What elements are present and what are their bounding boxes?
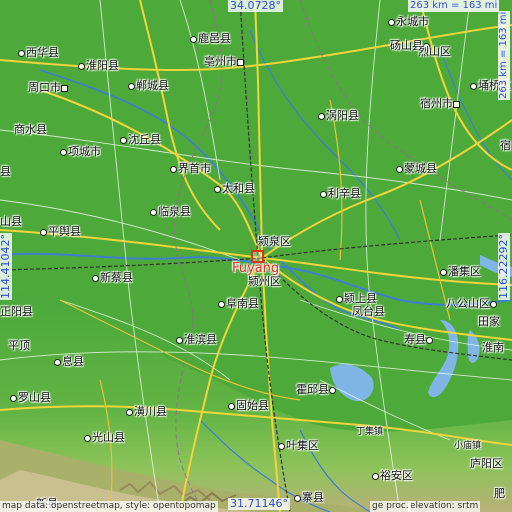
scale-top: 263 km = 163 mi [408, 0, 500, 12]
place-label[interactable]: 亳州市 [204, 56, 245, 68]
featured-city-marker[interactable] [251, 250, 264, 263]
place-label[interactable]: 永城市 [388, 16, 429, 28]
place-label[interactable]: 利辛县 [320, 188, 361, 200]
scale-right: 263 km = 163 mi [498, 10, 510, 100]
place-label[interactable]: 裕安区 [372, 470, 413, 482]
place-label[interactable]: 叶集区 [278, 440, 319, 452]
place-label[interactable]: 宿 [500, 140, 511, 152]
place-label[interactable]: 田家 [478, 316, 500, 328]
right-longitude: 116.22292° [497, 233, 510, 300]
place-label[interactable]: 庐阳区 [470, 458, 503, 470]
topographic-map[interactable]: Fuyang 永城市 鹿邑县 亳州市 砀山县 西华县 淮阳县 周口市 郸城县 商… [0, 0, 512, 512]
place-label[interactable]: 小庙镇 [454, 440, 481, 452]
place-label[interactable]: 沈丘县 [120, 134, 161, 146]
place-label[interactable]: 烈山区 [418, 46, 451, 58]
place-label[interactable]: 潘集区 [440, 266, 481, 278]
place-label[interactable]: 太和县 [214, 183, 255, 195]
bottom-latitude: 31.71146° [228, 497, 290, 510]
place-label[interactable]: 宿州市 [420, 98, 461, 110]
place-label[interactable]: 新蔡县 [92, 272, 133, 284]
place-label[interactable]: 界首市 [170, 163, 211, 175]
place-label[interactable]: 平舆县 [40, 226, 81, 238]
place-label[interactable]: 项城市 [60, 146, 101, 158]
place-label[interactable]: 淮阳县 [78, 60, 119, 72]
place-label[interactable]: 蒙城县 [396, 163, 437, 175]
place-label[interactable]: 山县 [0, 216, 22, 228]
place-label[interactable]: 淮南 [482, 342, 504, 354]
place-label[interactable]: 潢川县 [126, 406, 167, 418]
place-label[interactable]: 息县 [54, 356, 84, 368]
place-label[interactable]: 郸城县 [128, 80, 169, 92]
place-label[interactable]: 鹿邑县 [190, 33, 231, 45]
place-label[interactable]: 正阳县 [0, 306, 33, 318]
place-label[interactable]: 八公山区 [446, 298, 498, 310]
attribution-mid: ge proc. [370, 501, 411, 512]
place-label[interactable]: 凤台县 [352, 306, 385, 318]
place-label[interactable]: 丁集镇 [356, 426, 383, 438]
place-label[interactable]: 涡阳县 [318, 110, 359, 122]
place-label[interactable]: 光山县 [84, 432, 125, 444]
place-label[interactable]: 寨县 [294, 492, 324, 504]
place-label[interactable]: 寿县 [404, 334, 434, 346]
place-label[interactable]: 商水县 [14, 124, 47, 136]
place-label[interactable]: 固始县 [228, 400, 269, 412]
place-label[interactable]: 霍邱县 [296, 384, 337, 396]
attribution: map data: openstreetmap, style: opentopo… [0, 501, 218, 512]
left-longitude: 114.41042° [0, 233, 12, 300]
attribution-right: elevation: srtm [408, 501, 481, 512]
place-label[interactable]: 颍州区 [248, 276, 281, 288]
place-label[interactable]: 淮滨县 [176, 334, 217, 346]
place-label[interactable]: 周口市 [28, 82, 69, 94]
top-latitude: 34.0728° [228, 0, 283, 12]
place-label[interactable]: 县 [0, 166, 11, 178]
place-label[interactable]: 罗山县 [10, 392, 51, 404]
place-label[interactable]: 阜南县 [218, 298, 259, 310]
place-label[interactable]: 西华县 [18, 47, 59, 59]
place-label[interactable]: 平顶 [8, 340, 30, 352]
place-label[interactable]: 颍泉区 [258, 236, 291, 248]
place-label[interactable]: 临泉县 [150, 206, 191, 218]
featured-city-label: Fuyang [232, 261, 280, 276]
place-label[interactable]: 肥 [494, 488, 505, 500]
place-label[interactable]: 颍上县 [336, 293, 377, 305]
